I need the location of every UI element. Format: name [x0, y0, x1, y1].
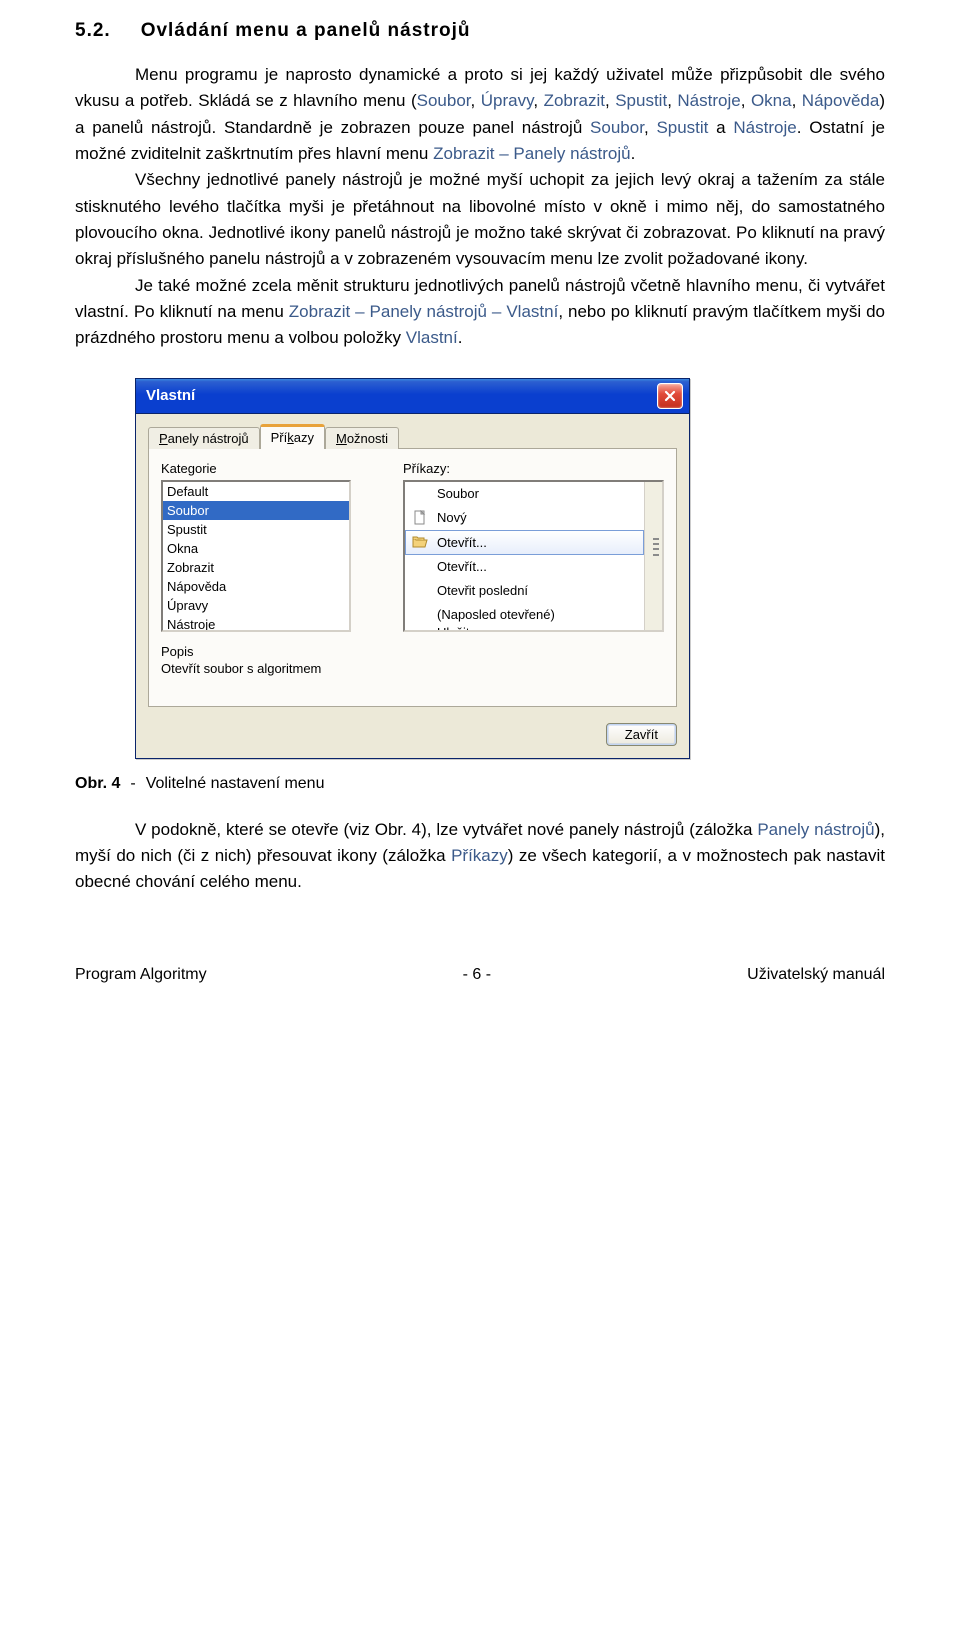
new-file-icon — [411, 509, 429, 527]
category-listbox[interactable]: Default Soubor Spustit Okna Zobrazit Náp… — [161, 480, 351, 632]
label-commands: Příkazy: — [403, 461, 664, 476]
scrollbar[interactable] — [644, 482, 662, 630]
paragraph-1: Menu programu je naprosto dynamické a pr… — [75, 62, 885, 167]
paragraph-4: V podokně, které se otevře (viz Obr. 4),… — [75, 817, 885, 896]
description-text: Otevřít soubor s algoritmem — [161, 661, 664, 676]
list-item[interactable]: Default — [163, 482, 349, 501]
close-button[interactable] — [657, 383, 683, 409]
open-icon — [411, 558, 429, 576]
footer-center: - 6 - — [463, 966, 491, 984]
dialog-title: Vlastní — [146, 387, 195, 404]
list-item[interactable]: Okna — [163, 539, 349, 558]
paragraph-3: Je také možné zcela měnit strukturu jedn… — [75, 273, 885, 352]
command-item[interactable]: Nový — [405, 506, 644, 530]
list-item[interactable]: Soubor — [163, 501, 349, 520]
command-item[interactable]: Otevřít... — [405, 555, 644, 579]
list-item[interactable]: Zobrazit — [163, 558, 349, 577]
drag-grip-icon[interactable] — [653, 538, 659, 556]
save-icon — [411, 627, 429, 630]
tab-panely-nastroju[interactable]: Panely nástrojů — [148, 427, 260, 449]
titlebar[interactable]: Vlastní — [136, 379, 689, 414]
command-item[interactable]: Otevřit poslední — [405, 579, 644, 603]
footer-right: Uživatelský manuál — [747, 966, 885, 984]
list-item[interactable]: Nástroje — [163, 615, 349, 632]
close-dialog-button[interactable]: Zavřít — [606, 723, 677, 746]
footer-left: Program Algoritmy — [75, 966, 207, 984]
open-recent-icon — [411, 582, 429, 600]
page-footer: Program Algoritmy - 6 - Uživatelský manu… — [75, 966, 885, 984]
list-item[interactable]: Spustit — [163, 520, 349, 539]
heading-title: Ovládání menu a panelů nástrojů — [141, 20, 471, 41]
recent-list-icon — [411, 606, 429, 624]
tabs: Panely nástrojů Příkazy Možnosti — [148, 424, 677, 449]
heading-number: 5.2. — [75, 20, 111, 41]
list-item[interactable]: Úpravy — [163, 596, 349, 615]
command-item[interactable]: (Naposled otevřené) — [405, 603, 644, 627]
list-item[interactable]: Nápověda — [163, 577, 349, 596]
command-item[interactable]: Soubor — [405, 482, 644, 506]
custom-dialog: Vlastní Panely nástrojů Příkazy Možnosti… — [135, 378, 690, 759]
commands-listbox[interactable]: Soubor Nový — [403, 480, 664, 632]
menu-icon — [411, 485, 429, 503]
close-icon — [664, 390, 676, 402]
section-heading: 5.2. Ovládání menu a panelů nástrojů — [75, 20, 885, 42]
tab-content: Kategorie Default Soubor Spustit Okna Zo… — [148, 448, 677, 707]
tab-moznosti[interactable]: Možnosti — [325, 427, 399, 449]
label-description: Popis — [161, 644, 664, 659]
figure-caption: Obr. 4-Volitelné nastavení menu — [75, 775, 885, 793]
command-item[interactable]: Uložit — [405, 627, 644, 630]
command-item-selected[interactable]: Otevřít... — [405, 530, 644, 555]
tab-prikazy[interactable]: Příkazy — [260, 424, 325, 449]
open-folder-icon — [411, 533, 429, 551]
label-category: Kategorie — [161, 461, 351, 476]
paragraph-2: Všechny jednotlivé panely nástrojů je mo… — [75, 167, 885, 272]
